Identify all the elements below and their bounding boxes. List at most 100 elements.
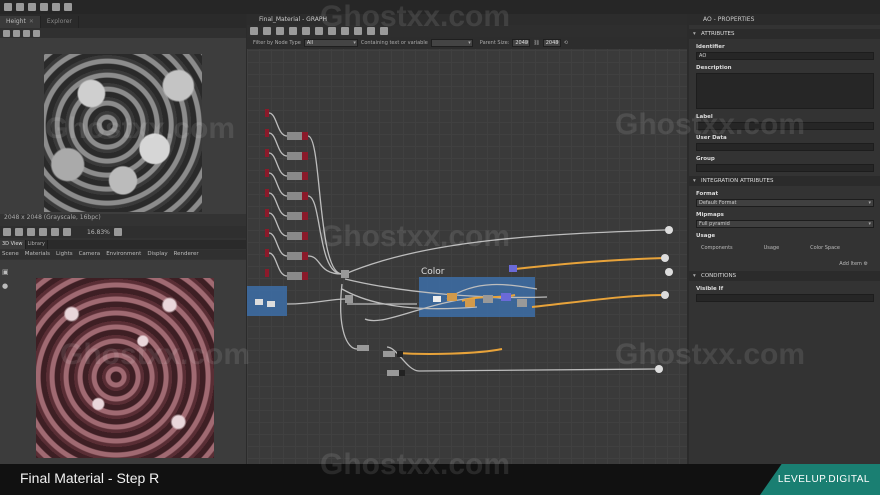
undo-icon[interactable] — [52, 3, 60, 11]
graph-panel[interactable]: Final_Material - GRAPH Filter by Node Ty… — [247, 14, 687, 464]
tab-height[interactable]: Height ✕ — [0, 16, 41, 28]
brand-logo-text: LEVELUP.DIGITAL — [777, 474, 870, 485]
usage-col-color-space: Color Space — [810, 245, 840, 251]
link-icon[interactable] — [367, 27, 375, 35]
filter-label: Filter by Node Type — [253, 40, 301, 46]
lock-icon[interactable] — [113, 228, 122, 236]
snap-icon[interactable] — [354, 27, 362, 35]
new-file-icon[interactable] — [4, 3, 12, 11]
menu-environment[interactable]: Environment — [106, 250, 141, 259]
add-node-icon[interactable] — [250, 27, 258, 35]
connection-wires — [268, 112, 666, 372]
usage-col-usage: Usage — [763, 245, 780, 251]
menu-materials[interactable]: Materials — [25, 250, 50, 259]
add-item-button[interactable]: Add Item ⚙ — [689, 261, 880, 267]
graph-title: Final_Material - GRAPH — [247, 14, 687, 25]
viewport-menu: Scene Materials Lights Camera Environmen… — [0, 250, 246, 259]
redo-icon[interactable] — [64, 3, 72, 11]
save-all-icon[interactable] — [40, 3, 48, 11]
node-type-select[interactable]: All — [303, 39, 358, 47]
format-label: Format — [696, 191, 719, 197]
usage-col-components: Components — [701, 245, 733, 251]
add-item-label: Add Item — [839, 261, 862, 267]
menu-lights[interactable]: Lights — [56, 250, 73, 259]
left-tabbar: Height ✕ Explorer — [0, 14, 246, 28]
tab-explorer-label: Explorer — [46, 18, 72, 25]
resolution-info: 2048 x 2048 (Grayscale, 16bpc) — [4, 214, 101, 221]
camera-icon[interactable]: ▣ — [2, 268, 10, 276]
format-select[interactable]: Default Format — [696, 199, 874, 207]
histogram-icon[interactable] — [51, 228, 59, 236]
description-input[interactable] — [696, 73, 874, 109]
view-tabbar: 3D View Library — [0, 240, 246, 249]
height-map-image — [44, 54, 202, 212]
size-select[interactable]: 2048 — [542, 39, 561, 47]
visible-if-input[interactable] — [696, 294, 874, 302]
graph-filter-bar: Filter by Node Type All Containing text … — [247, 37, 687, 49]
description-label: Description — [696, 65, 732, 71]
group-label: Group — [696, 156, 715, 162]
settings-icon[interactable] — [380, 27, 388, 35]
output-nodes[interactable] — [655, 226, 673, 373]
channel-icon[interactable] — [33, 29, 40, 37]
grid-icon[interactable] — [27, 228, 35, 236]
menu-camera[interactable]: Camera — [79, 250, 101, 259]
tab-3d-view[interactable]: 3D View — [0, 240, 26, 249]
tab-library[interactable]: Library — [25, 240, 48, 249]
reset-icon[interactable]: ⟲ — [564, 40, 568, 46]
mipmaps-label: Mipmaps — [696, 212, 724, 218]
section-integration-attributes[interactable]: INTEGRATION ATTRIBUTES — [689, 176, 880, 186]
video-caption-bar: Final Material - Step R — [0, 464, 880, 495]
caption-title: Final Material - Step R — [20, 470, 160, 486]
menu-display[interactable]: Display — [147, 250, 167, 259]
link-icon[interactable]: ⛓ — [533, 40, 539, 46]
left-panel: Height ✕ Explorer 2048 x 2048 (Grayscale,… — [0, 14, 246, 464]
paste-icon[interactable] — [13, 29, 20, 37]
tile-icon[interactable] — [39, 228, 47, 236]
camera-icon[interactable] — [289, 27, 297, 35]
search-input[interactable] — [430, 39, 473, 47]
search-icon[interactable] — [302, 27, 310, 35]
grid-icon[interactable] — [23, 29, 30, 37]
identifier-input[interactable]: AO — [696, 52, 874, 60]
usage-label: Usage — [696, 233, 716, 239]
save-icon[interactable] — [28, 3, 36, 11]
properties-panel: AO - PROPERTIES ATTRIBUTES Identifier AO… — [689, 14, 880, 464]
picker-icon[interactable] — [63, 228, 71, 236]
app-toolbar — [0, 0, 880, 14]
python-icon[interactable] — [328, 27, 336, 35]
gear-icon[interactable]: ⚙ — [864, 261, 868, 267]
parent-size-select[interactable]: 2048 — [512, 39, 531, 47]
node-graph-canvas[interactable]: Color — [247, 49, 687, 464]
open-folder-icon[interactable] — [16, 3, 24, 11]
copy-icon[interactable] — [3, 29, 10, 37]
height-toolbar — [0, 28, 246, 38]
viewport-side-icons: ▣ ● — [2, 268, 10, 290]
usage-table-header: Components Usage Color Space — [689, 245, 880, 251]
section-conditions[interactable]: CONDITIONS — [689, 271, 880, 281]
label-label: Label — [696, 114, 713, 120]
color-icon[interactable] — [3, 228, 11, 236]
identifier-label: Identifier — [696, 44, 725, 50]
mipmaps-select[interactable]: Full pyramid — [696, 220, 874, 228]
label-input[interactable] — [696, 122, 874, 130]
properties-title: AO - PROPERTIES — [689, 14, 880, 25]
menu-renderer[interactable]: Renderer — [174, 250, 199, 259]
align-icon[interactable] — [315, 27, 323, 35]
light-icon[interactable]: ● — [2, 282, 10, 290]
height-viewport[interactable] — [0, 38, 246, 214]
visible-if-label: Visible If — [696, 286, 724, 292]
section-attributes[interactable]: ATTRIBUTES — [689, 29, 880, 39]
graph-toolbar — [247, 25, 687, 37]
user-data-input[interactable] — [696, 143, 874, 151]
layout-icon[interactable] — [341, 27, 349, 35]
close-icon[interactable]: ✕ — [29, 16, 34, 28]
checker-icon[interactable] — [15, 228, 23, 236]
menu-scene[interactable]: Scene — [2, 250, 19, 259]
group-input[interactable] — [696, 164, 874, 172]
3d-viewport[interactable]: ▣ ● — [0, 260, 246, 464]
zoom-level[interactable]: 16.83% — [87, 229, 110, 236]
tab-explorer[interactable]: Explorer — [40, 16, 79, 28]
comment-icon[interactable] — [276, 27, 284, 35]
frame-icon[interactable] — [263, 27, 271, 35]
